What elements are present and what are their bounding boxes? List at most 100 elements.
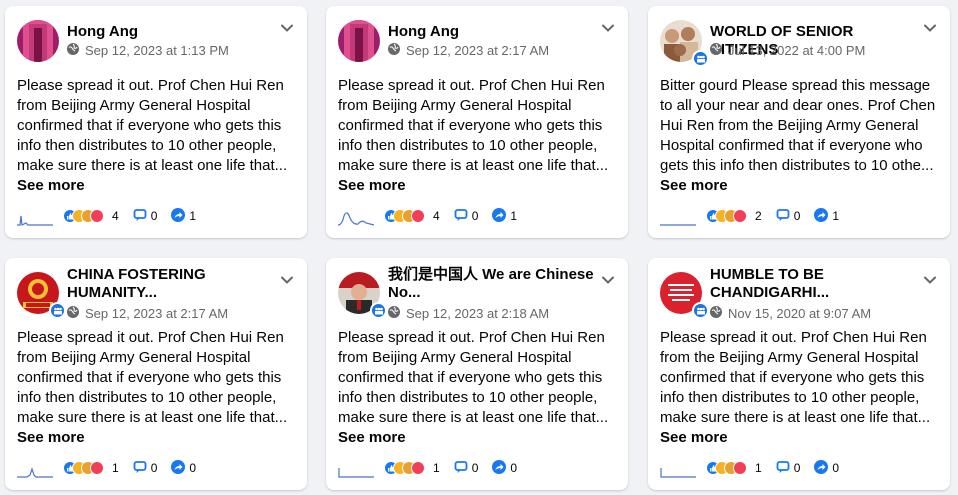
- chevron-down-icon[interactable]: [922, 272, 938, 293]
- post-timestamp[interactable]: Sep 12, 2023 at 2:17 AM: [85, 306, 228, 321]
- chevron-down-icon[interactable]: [279, 272, 295, 293]
- comment-count[interactable]: 0: [151, 461, 158, 475]
- chevron-down-icon[interactable]: [600, 20, 616, 41]
- sparkline-icon: [338, 468, 374, 478]
- post-timestamp[interactable]: Sep 12, 2023 at 2:17 AM: [406, 43, 549, 58]
- reaction-count[interactable]: 4: [433, 209, 440, 223]
- post-text: Bitter gourd Please spread this message …: [660, 77, 936, 174]
- sparkline-icon: [660, 224, 696, 226]
- sparkline-icon: [17, 467, 53, 478]
- see-more-link[interactable]: See more: [660, 177, 728, 194]
- share-icon[interactable]: [814, 207, 829, 225]
- globe-icon: [710, 306, 722, 321]
- share-icon[interactable]: [171, 459, 186, 477]
- post-timestamp[interactable]: Nov 15, 2020 at 9:07 AM: [728, 306, 871, 321]
- post-author[interactable]: Hong Ang: [67, 23, 277, 41]
- post-footer: 1 0 0: [660, 457, 853, 479]
- reaction-count[interactable]: 1: [755, 461, 762, 475]
- chevron-down-icon[interactable]: [600, 272, 616, 293]
- post-card[interactable]: 我们是中国人 We are Chinese No... Sep 12, 2023…: [326, 258, 628, 490]
- post-text: Please spread it out. Prof Chen Hui Ren …: [660, 329, 931, 426]
- avatar[interactable]: [338, 20, 380, 62]
- share-count[interactable]: 0: [832, 461, 839, 475]
- comment-count[interactable]: 0: [794, 209, 801, 223]
- globe-icon: [710, 43, 722, 58]
- sparkline-icon: [17, 215, 53, 226]
- post-author[interactable]: CHINA FOSTERING HUMANITY...: [67, 266, 277, 302]
- post-text: Please spread it out. Prof Chen Hui Ren …: [338, 77, 609, 174]
- comment-icon[interactable]: [776, 208, 790, 225]
- globe-icon: [388, 306, 400, 321]
- post-card[interactable]: Hong Ang Sep 12, 2023 at 1:13 PM Please …: [5, 6, 307, 238]
- post-author[interactable]: HUMBLE TO BE CHANDIGARHI...: [710, 266, 920, 302]
- share-count[interactable]: 0: [510, 461, 517, 475]
- reactions-icon[interactable]: [384, 461, 425, 475]
- post-footer: 2 0 1: [660, 205, 853, 227]
- see-more-link[interactable]: See more: [17, 177, 85, 194]
- post-footer: 1 0 0: [17, 457, 210, 479]
- see-more-link[interactable]: See more: [338, 177, 406, 194]
- comment-icon[interactable]: [454, 460, 468, 477]
- globe-icon: [67, 43, 79, 58]
- share-count[interactable]: 1: [510, 209, 517, 223]
- avatar[interactable]: [17, 20, 59, 62]
- reaction-count[interactable]: 2: [755, 209, 762, 223]
- group-icon: [692, 50, 709, 67]
- share-icon[interactable]: [171, 207, 186, 225]
- comment-icon[interactable]: [133, 208, 147, 225]
- post-meta: Sep 12, 2023 at 2:18 AM: [388, 306, 549, 321]
- post-author[interactable]: Hong Ang: [388, 23, 598, 41]
- post-timestamp[interactable]: Jul 13, 2022 at 4:00 PM: [728, 43, 865, 58]
- reactions-icon[interactable]: [706, 461, 747, 475]
- reaction-count[interactable]: 1: [112, 461, 119, 475]
- globe-icon: [67, 306, 79, 321]
- see-more-link[interactable]: See more: [660, 429, 728, 446]
- reactions-icon[interactable]: [706, 209, 747, 223]
- post-meta: Sep 12, 2023 at 2:17 AM: [388, 43, 549, 58]
- share-count[interactable]: 1: [189, 209, 196, 223]
- post-text: Please spread it out. Prof Chen Hui Ren …: [17, 77, 288, 174]
- share-icon[interactable]: [814, 459, 829, 477]
- reaction-count[interactable]: 1: [433, 461, 440, 475]
- comment-icon[interactable]: [776, 460, 790, 477]
- post-card[interactable]: Hong Ang Sep 12, 2023 at 2:17 AM Please …: [326, 6, 628, 238]
- comment-count[interactable]: 0: [472, 209, 479, 223]
- post-meta: Sep 12, 2023 at 2:17 AM: [67, 306, 228, 321]
- group-icon: [370, 302, 387, 319]
- reactions-icon[interactable]: [384, 209, 425, 223]
- share-icon[interactable]: [492, 207, 507, 225]
- chevron-down-icon[interactable]: [922, 20, 938, 41]
- comment-icon[interactable]: [133, 460, 147, 477]
- group-icon: [692, 302, 709, 319]
- globe-icon: [388, 43, 400, 58]
- post-footer: 4 0 1: [338, 205, 531, 227]
- post-card[interactable]: CHINA FOSTERING HUMANITY... Sep 12, 2023…: [5, 258, 307, 490]
- post-timestamp[interactable]: Sep 12, 2023 at 2:18 AM: [406, 306, 549, 321]
- post-footer: 1 0 0: [338, 457, 531, 479]
- chevron-down-icon[interactable]: [279, 20, 295, 41]
- group-icon: [49, 302, 66, 319]
- comment-count[interactable]: 0: [794, 461, 801, 475]
- comment-count[interactable]: 0: [151, 209, 158, 223]
- sparkline-icon: [660, 468, 696, 478]
- post-timestamp[interactable]: Sep 12, 2023 at 1:13 PM: [85, 43, 229, 58]
- sparkline-icon: [338, 212, 374, 226]
- post-card[interactable]: HUMBLE TO BE CHANDIGARHI... Nov 15, 2020…: [648, 258, 950, 490]
- reactions-icon[interactable]: [63, 461, 104, 475]
- share-icon[interactable]: [492, 459, 507, 477]
- post-author[interactable]: 我们是中国人 We are Chinese No...: [388, 266, 598, 302]
- share-count[interactable]: 1: [832, 209, 839, 223]
- see-more-link[interactable]: See more: [17, 429, 85, 446]
- post-text: Please spread it out. Prof Chen Hui Ren …: [17, 329, 288, 426]
- comment-count[interactable]: 0: [472, 461, 479, 475]
- post-footer: 4 0 1: [17, 205, 210, 227]
- post-meta: Jul 13, 2022 at 4:00 PM: [710, 43, 865, 58]
- see-more-link[interactable]: See more: [338, 429, 406, 446]
- post-meta: Nov 15, 2020 at 9:07 AM: [710, 306, 871, 321]
- comment-icon[interactable]: [454, 208, 468, 225]
- share-count[interactable]: 0: [189, 461, 196, 475]
- post-meta: Sep 12, 2023 at 1:13 PM: [67, 43, 229, 58]
- post-card[interactable]: WORLD OF SENIOR CITIZENS Jul 13, 2022 at…: [648, 6, 950, 238]
- reaction-count[interactable]: 4: [112, 209, 119, 223]
- reactions-icon[interactable]: [63, 209, 104, 223]
